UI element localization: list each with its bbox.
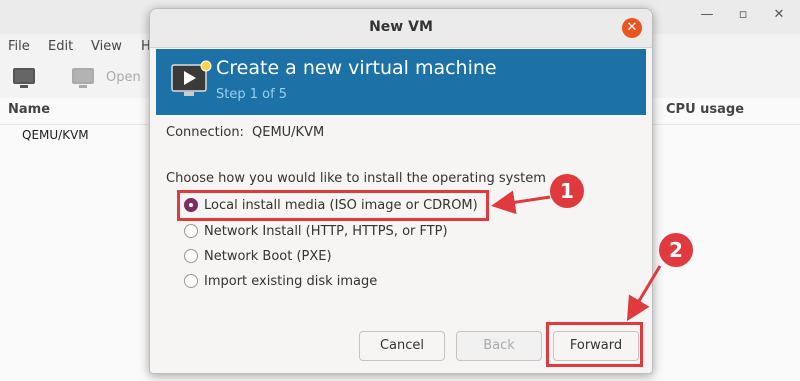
annotation-arrows: [491, 190, 662, 322]
step-badge-1: 1: [550, 174, 584, 208]
arrow-1: [491, 190, 551, 215]
arrow-2: [626, 265, 662, 322]
step-badge-2: 2: [659, 233, 693, 267]
